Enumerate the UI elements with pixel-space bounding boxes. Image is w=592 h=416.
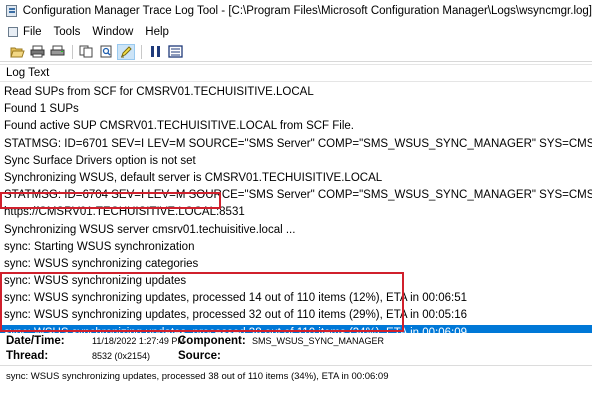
details-pane: Date/Time: 11/18/2022 1:27:49 PM Compone… [0, 333, 592, 363]
log-list[interactable]: Read SUPs from SCF for CMSRV01.TECHUISIT… [0, 84, 592, 336]
menu-file[interactable]: File [2, 26, 48, 38]
print-setup-icon[interactable] [28, 44, 46, 60]
message-text[interactable]: sync: WSUS synchronizing updates, proces… [0, 365, 592, 416]
log-row[interactable]: sync: Starting WSUS synchronization [0, 239, 592, 256]
date-time-label: Date/Time: [6, 335, 65, 347]
log-row[interactable]: Found active SUP CMSRV01.TECHUISITIVE.LO… [0, 118, 592, 135]
component-label: Component: [178, 335, 246, 347]
menu-file-label: File [23, 26, 42, 38]
log-row[interactable]: sync: WSUS synchronizing updates [0, 273, 592, 290]
highlight-icon[interactable] [117, 43, 135, 60]
log-row[interactable]: Sync Surface Drivers option is not set [0, 153, 592, 170]
window-title: Configuration Manager Trace Log Tool - [… [22, 5, 592, 17]
title-bar: Configuration Manager Trace Log Tool - [… [0, 0, 592, 22]
error-lookup-icon[interactable] [166, 44, 184, 60]
thread-value: 8532 (0x2154) [92, 351, 151, 361]
component-value: SMS_WSUS_SYNC_MANAGER [252, 336, 385, 346]
log-row[interactable]: sync: WSUS synchronizing updates, proces… [0, 307, 592, 324]
menu-help[interactable]: Help [139, 26, 175, 38]
date-time-value: 11/18/2022 1:27:49 PM [92, 336, 185, 346]
copy-icon[interactable] [77, 44, 95, 60]
thread-label: Thread: [6, 350, 49, 362]
pause-icon[interactable] [146, 44, 164, 60]
trace-log-window: Configuration Manager Trace Log Tool - [… [0, 0, 592, 416]
open-icon[interactable] [8, 44, 26, 60]
log-text-column-header[interactable]: Log Text [0, 64, 592, 82]
print-icon[interactable] [48, 44, 66, 60]
find-icon[interactable] [97, 44, 115, 60]
menu-bar: File Tools Window Help [0, 22, 592, 42]
log-row[interactable]: Synchronizing WSUS, default server is CM… [0, 170, 592, 187]
toolbar-separator [141, 44, 142, 59]
log-row[interactable]: STATMSG: ID=6704 SEV=I LEV=M SOURCE="SMS… [0, 187, 592, 204]
log-row[interactable]: Synchronizing WSUS server cmsrv01.techui… [0, 222, 592, 239]
log-row[interactable]: Read SUPs from SCF for CMSRV01.TECHUISIT… [0, 84, 592, 101]
toolbar [0, 42, 592, 62]
log-row[interactable]: sync: WSUS synchronizing categories [0, 256, 592, 273]
log-row[interactable]: https://CMSRV01.TECHUISITIVE.LOCAL:8531 [0, 204, 592, 221]
log-row[interactable]: sync: WSUS synchronizing updates, proces… [0, 290, 592, 307]
menu-window[interactable]: Window [86, 26, 139, 38]
document-icon [8, 27, 18, 37]
app-icon [6, 5, 17, 17]
log-row[interactable]: Found 1 SUPs [0, 101, 592, 118]
toolbar-separator [72, 44, 73, 59]
menu-tools[interactable]: Tools [48, 26, 87, 38]
log-row[interactable]: STATMSG: ID=6701 SEV=I LEV=M SOURCE="SMS… [0, 136, 592, 153]
source-label: Source: [178, 350, 221, 362]
